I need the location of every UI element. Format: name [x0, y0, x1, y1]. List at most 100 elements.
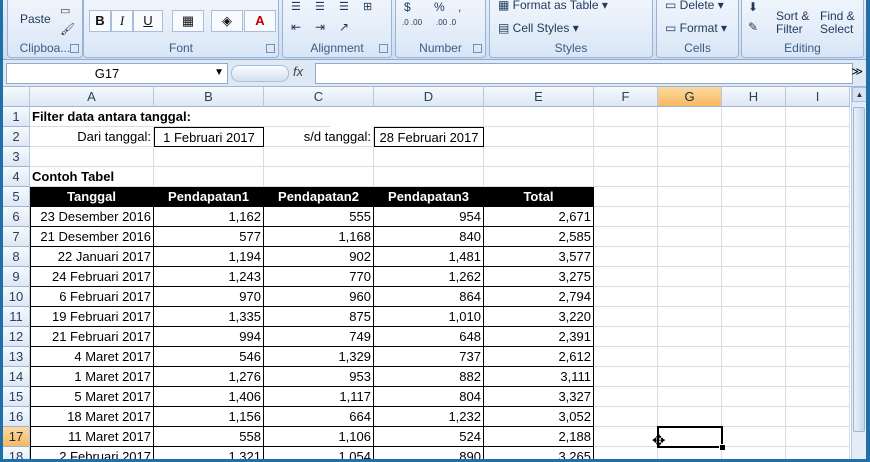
- table-cell[interactable]: 902: [264, 247, 374, 267]
- empty-cell[interactable]: [786, 247, 850, 267]
- column-header-a[interactable]: A: [30, 87, 154, 107]
- empty-cell[interactable]: [594, 367, 658, 387]
- row-header-4[interactable]: 4: [3, 167, 30, 187]
- table-cell[interactable]: 970: [154, 287, 264, 307]
- empty-cell[interactable]: [658, 327, 722, 347]
- row-header-2[interactable]: 2: [3, 127, 30, 147]
- table-cell[interactable]: 737: [374, 347, 484, 367]
- insert-function-icon[interactable]: fx: [293, 64, 303, 79]
- table-cell[interactable]: 1,243: [154, 267, 264, 287]
- empty-cell[interactable]: [594, 447, 658, 459]
- number-launcher-icon[interactable]: [473, 44, 482, 53]
- empty-cell[interactable]: [484, 167, 594, 187]
- format-button[interactable]: ▭ Format ▾: [665, 21, 727, 35]
- empty-cell[interactable]: [786, 207, 850, 227]
- empty-cell[interactable]: [722, 447, 786, 459]
- empty-cell[interactable]: [594, 187, 658, 207]
- empty-cell[interactable]: [658, 107, 722, 127]
- empty-cell[interactable]: [594, 207, 658, 227]
- empty-cell[interactable]: [786, 307, 850, 327]
- empty-cell[interactable]: [658, 367, 722, 387]
- table-cell[interactable]: 577: [154, 227, 264, 247]
- row-header-17[interactable]: 17: [3, 427, 30, 447]
- percent-button[interactable]: %: [434, 0, 445, 14]
- empty-cell[interactable]: [722, 107, 786, 127]
- row-header-6[interactable]: 6: [3, 207, 30, 227]
- align-right-icon[interactable]: ☰: [339, 0, 349, 13]
- empty-cell[interactable]: [722, 407, 786, 427]
- row-header-5[interactable]: 5: [3, 187, 30, 207]
- empty-cell[interactable]: [722, 207, 786, 227]
- table-cell[interactable]: 953: [264, 367, 374, 387]
- empty-cell[interactable]: [722, 427, 786, 447]
- table-cell[interactable]: 524: [374, 427, 484, 447]
- from-date-input[interactable]: 1 Februari 2017: [154, 127, 264, 147]
- table-cell[interactable]: 555: [264, 207, 374, 227]
- table-cell[interactable]: 21 Februari 2017: [30, 327, 154, 347]
- empty-cell[interactable]: [154, 167, 264, 187]
- table-cell[interactable]: 3,327: [484, 387, 594, 407]
- table-cell[interactable]: 18 Maret 2017: [30, 407, 154, 427]
- clear-icon[interactable]: ✎: [748, 20, 758, 34]
- clipboard-launcher-icon[interactable]: [70, 44, 79, 53]
- table-cell[interactable]: 1,321: [154, 447, 264, 459]
- column-header-g[interactable]: G: [658, 87, 722, 107]
- empty-cell[interactable]: [658, 207, 722, 227]
- format-painter-icon[interactable]: 🖌: [60, 22, 75, 36]
- empty-cell[interactable]: [484, 127, 594, 147]
- empty-cell[interactable]: [594, 107, 658, 127]
- empty-cell[interactable]: [786, 427, 850, 447]
- empty-cell[interactable]: [722, 247, 786, 267]
- empty-cell[interactable]: [594, 327, 658, 347]
- empty-cell[interactable]: [374, 107, 484, 127]
- row-header-14[interactable]: 14: [3, 367, 30, 387]
- table-cell[interactable]: 6 Februari 2017: [30, 287, 154, 307]
- empty-cell[interactable]: [722, 387, 786, 407]
- empty-cell[interactable]: [786, 347, 850, 367]
- borders-button[interactable]: ▦: [172, 10, 204, 32]
- empty-cell[interactable]: [594, 407, 658, 427]
- empty-cell[interactable]: [594, 267, 658, 287]
- to-date-input[interactable]: 28 Februari 2017: [374, 127, 484, 147]
- table-cell[interactable]: 1,168: [264, 227, 374, 247]
- table-cell[interactable]: 3,052: [484, 407, 594, 427]
- table-cell[interactable]: 3,265: [484, 447, 594, 459]
- column-header-f[interactable]: F: [594, 87, 658, 107]
- column-header-d[interactable]: D: [374, 87, 484, 107]
- table-cell[interactable]: 21 Desember 2016: [30, 227, 154, 247]
- sort-filter-button[interactable]: Sort & Filter: [776, 10, 809, 36]
- row-header-7[interactable]: 7: [3, 227, 30, 247]
- table-cell[interactable]: 2,612: [484, 347, 594, 367]
- empty-cell[interactable]: [722, 307, 786, 327]
- table-cell[interactable]: 954: [374, 207, 484, 227]
- empty-cell[interactable]: [786, 367, 850, 387]
- format-as-table-button[interactable]: ▦ Format as Table ▾: [498, 0, 608, 12]
- empty-cell[interactable]: [722, 327, 786, 347]
- select-all-corner[interactable]: [3, 87, 30, 107]
- empty-cell[interactable]: [722, 167, 786, 187]
- empty-cell[interactable]: [154, 147, 264, 167]
- delete-button[interactable]: ▭ Delete ▾: [665, 0, 724, 12]
- table-cell[interactable]: 1,054: [264, 447, 374, 459]
- table-cell[interactable]: 1 Maret 2017: [30, 367, 154, 387]
- table-cell[interactable]: 1,329: [264, 347, 374, 367]
- table-cell[interactable]: 2 Februari 2017: [30, 447, 154, 459]
- expand-formula-bar-icon[interactable]: ≫: [851, 65, 863, 78]
- empty-cell[interactable]: [786, 407, 850, 427]
- table-cell[interactable]: 558: [154, 427, 264, 447]
- table-cell[interactable]: 3,111: [484, 367, 594, 387]
- table-cell[interactable]: 3,275: [484, 267, 594, 287]
- table-cell[interactable]: 2,585: [484, 227, 594, 247]
- row-header-10[interactable]: 10: [3, 287, 30, 307]
- empty-cell[interactable]: [722, 367, 786, 387]
- empty-cell[interactable]: [786, 187, 850, 207]
- empty-cell[interactable]: [786, 387, 850, 407]
- formula-input[interactable]: [315, 63, 853, 84]
- row-header-13[interactable]: 13: [3, 347, 30, 367]
- row-header-8[interactable]: 8: [3, 247, 30, 267]
- table-cell[interactable]: 3,577: [484, 247, 594, 267]
- empty-cell[interactable]: [786, 227, 850, 247]
- empty-cell[interactable]: [722, 127, 786, 147]
- align-center-icon[interactable]: ☰: [315, 0, 325, 13]
- table-cell[interactable]: 19 Februari 2017: [30, 307, 154, 327]
